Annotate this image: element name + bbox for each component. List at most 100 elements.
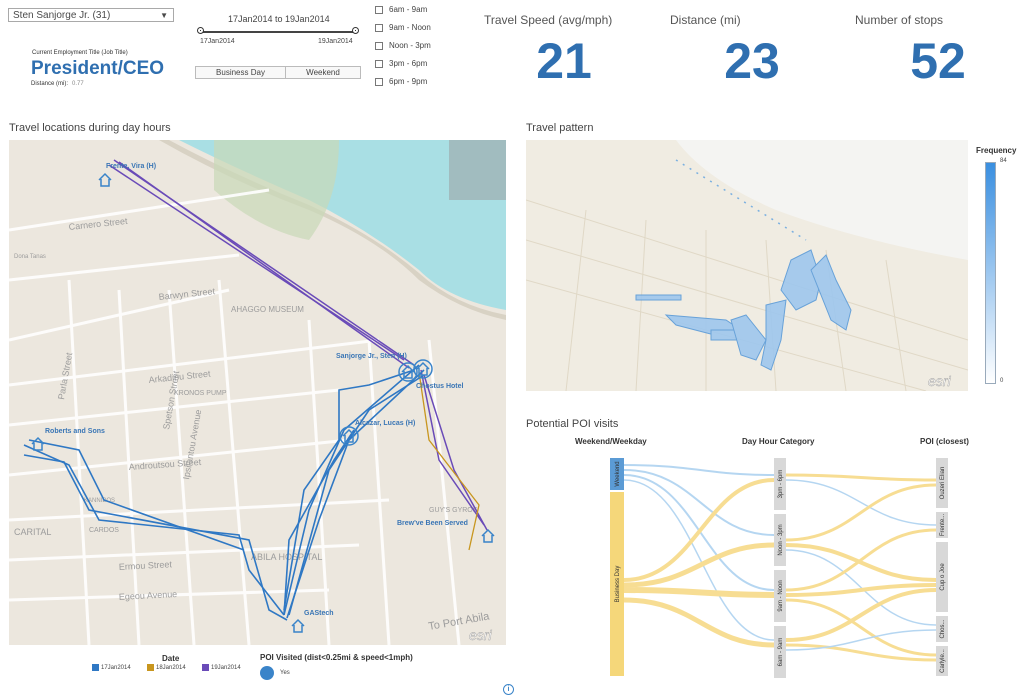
house-icon[interactable]: [31, 436, 45, 451]
travel-pattern-map[interactable]: esri: [526, 140, 968, 391]
map-label-museum: AHAGGO MUSEUM: [231, 305, 304, 314]
checkbox-label: 9am - Noon: [389, 23, 431, 32]
house-icon[interactable]: [339, 426, 359, 446]
kpi-stops-value: 52: [910, 33, 966, 89]
date-slider-start-handle[interactable]: [197, 27, 204, 34]
date-slider-track[interactable]: [200, 31, 356, 33]
map-label-kronos: KRONOS PUMP: [174, 390, 227, 397]
terrain-feature: [449, 140, 506, 200]
map-panel-title: Travel locations during day hours: [9, 122, 171, 134]
frequency-legend-min: 0: [1000, 378, 1004, 384]
weekend-button[interactable]: Weekend: [285, 66, 361, 79]
node-label: Ouzeri Elian: [940, 467, 946, 500]
frequency-legend-max: 84: [1000, 158, 1007, 164]
esri-logo: esri: [928, 373, 951, 389]
kpi-stops-label: Number of stops: [855, 13, 944, 27]
legend-date-17: 17Jan2014: [92, 664, 131, 671]
checkbox-box[interactable]: [375, 5, 383, 14]
checkbox-label: 6pm - 9pm: [389, 77, 428, 86]
kpi-distance-value: 23: [724, 33, 780, 89]
info-icon[interactable]: i: [503, 684, 514, 695]
street-label-ermou: Ermou Street: [119, 559, 173, 572]
heat-panel-title: Travel pattern: [526, 122, 594, 134]
legend-swatch: [202, 664, 209, 671]
job-title-value: President/CEO: [31, 58, 165, 79]
frequency-legend-title: Frequency: [976, 146, 1017, 155]
legend-poi-value: Yes: [280, 670, 290, 676]
legend-date-label: 17Jan2014: [101, 665, 131, 672]
street-grid: [9, 188, 461, 645]
chevron-down-icon: ▼: [160, 11, 168, 20]
flow-col2-title: Day Hour Category: [742, 437, 815, 446]
poi-label: Sanjorge Jr., Sten (H): [336, 353, 407, 360]
poi-flow-diagram[interactable]: Weekend Business Day 3pm - 6pm Noon - 3p…: [526, 450, 986, 680]
map-label-guys: GUY'S GYROS: [429, 507, 478, 514]
poi-label: GAStech: [304, 610, 334, 617]
poi-label: Roberts and Sons: [45, 428, 105, 435]
checkbox-6pm-9pm[interactable]: 6pm - 9pm: [375, 77, 427, 87]
kpi-speed-label: Travel Speed (avg/mph): [484, 13, 613, 27]
employee-distance-label: Distance (mi):: [31, 81, 69, 87]
slider-start-label: 17Jan2014: [200, 38, 235, 45]
checkbox-3pm-6pm[interactable]: 3pm - 6pm: [375, 59, 427, 69]
house-icon[interactable]: [291, 618, 305, 633]
map-label-cardos: CARDOS: [89, 527, 119, 534]
travel-map-canvas: Barwyn Street Arkadiou Street Androutsou…: [9, 140, 506, 645]
park-area: [214, 140, 339, 240]
checkbox-label: 3pm - 6pm: [389, 59, 428, 68]
node-label: 6am - 9am: [778, 638, 784, 667]
house-icon[interactable]: [481, 528, 495, 543]
node-label: Cup o Joe: [940, 563, 946, 591]
checkbox-label: Noon - 3pm: [389, 41, 431, 50]
poi-label: Frente, Vira (H): [106, 163, 156, 170]
map-label-dona: Dona Tanas: [14, 254, 46, 260]
employee-select[interactable]: Sten Sanjorge Jr. (31) ▼: [8, 8, 174, 22]
node-label: Business Day: [615, 566, 621, 603]
checkbox-6am-9am[interactable]: 6am - 9am: [375, 5, 427, 15]
poi-label: Alcazar, Lucas (H): [355, 420, 415, 427]
legend-poi-dot: [260, 666, 274, 680]
esri-logo: esri: [469, 627, 492, 643]
node-label: Frente...: [940, 513, 946, 536]
checkbox-noon-3pm[interactable]: Noon - 3pm: [375, 41, 431, 51]
water-area: [526, 140, 968, 260]
checkbox-box[interactable]: [375, 41, 383, 50]
house-icon[interactable]: [98, 172, 112, 187]
legend-swatch: [147, 664, 154, 671]
employee-distance-value: 0.77: [72, 81, 84, 87]
heat-traces: [635, 249, 852, 371]
poi-label: Brew've Been Served: [397, 520, 468, 527]
node-label: 3pm - 6pm: [778, 470, 784, 499]
kpi-speed-value: 21: [536, 33, 592, 89]
legend-poi-title: POI Visited (dist<0.25mi & speed<1mph): [260, 653, 413, 662]
kpi-distance-label: Distance (mi): [670, 13, 741, 27]
checkbox-box[interactable]: [375, 77, 383, 86]
date-slider-end-handle[interactable]: [352, 27, 359, 34]
checkbox-box[interactable]: [375, 59, 383, 68]
heat-map-canvas: esri: [526, 140, 968, 391]
flow-panel-title: Potential POI visits: [526, 418, 619, 430]
street-label-ipsilantou: Ipsilantou Avenue: [181, 409, 203, 481]
employee-distance: Distance (mi): 0.77: [31, 81, 84, 87]
map-label-carital: CARITAL: [14, 527, 51, 537]
date-range-text: 17Jan2014 to 19Jan2014: [228, 14, 330, 24]
checkbox-box[interactable]: [375, 23, 383, 32]
node-label: Carlyle...: [940, 649, 946, 673]
node-label: Chos...: [940, 619, 946, 638]
legend-swatch: [92, 664, 99, 671]
legend-date-label: 19Jan2014: [211, 665, 241, 672]
legend-date-title: Date: [162, 654, 180, 663]
street-label-parla: Parla Street: [56, 351, 74, 400]
node-label: 9am - Noon: [778, 580, 784, 611]
poi-label: Chostus Hotel: [416, 383, 464, 390]
legend-date-label: 18Jan2014: [156, 665, 186, 672]
checkbox-label: 6am - 9am: [389, 5, 428, 14]
frequency-legend-bar: [985, 162, 996, 384]
node-label: Noon - 3pm: [778, 524, 784, 555]
checkbox-9am-noon[interactable]: 9am - Noon: [375, 23, 431, 33]
flow-col1-title: Weekend/Weekday: [575, 437, 647, 446]
travel-map[interactable]: Barwyn Street Arkadiou Street Androutsou…: [9, 140, 506, 645]
business-day-button[interactable]: Business Day: [195, 66, 286, 79]
job-title-label: Current Employment Title (Job Title): [32, 50, 128, 56]
map-label-hospital: ABILA HOSPITAL: [251, 552, 322, 562]
